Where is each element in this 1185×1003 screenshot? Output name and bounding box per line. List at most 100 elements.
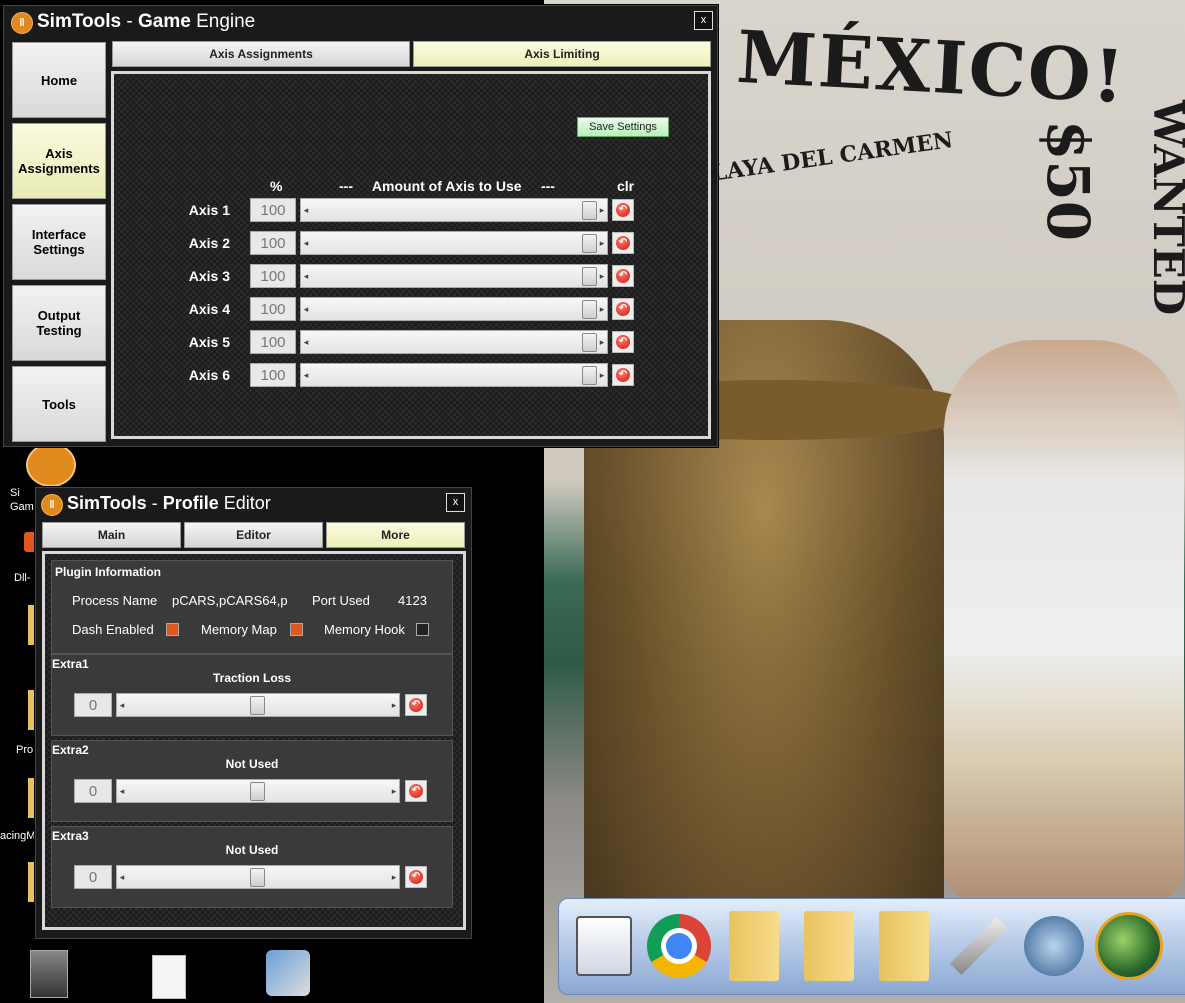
slider-right-arrow-icon[interactable]: ▸ — [597, 232, 607, 254]
tab-axis-limiting[interactable]: Axis Limiting — [413, 41, 711, 67]
nav-home-label: Home — [40, 72, 78, 88]
clear-extra-button[interactable]: ↶ — [405, 694, 427, 716]
game-engine-titlebar[interactable]: ǁ SimTools - Game Engine x — [4, 6, 717, 36]
title-brand: SimTools — [37, 11, 122, 32]
undo-icon: ↶ — [616, 302, 630, 316]
tab-editor[interactable]: Editor — [184, 522, 323, 548]
title-brand: SimTools — [67, 493, 147, 513]
clear-extra-button[interactable]: ↶ — [405, 866, 427, 888]
slider-right-arrow-icon[interactable]: ▸ — [597, 199, 607, 221]
tab-more[interactable]: More — [326, 522, 465, 548]
slider-left-arrow-icon[interactable]: ◂ — [117, 694, 127, 716]
extra-value-input[interactable]: 0 — [74, 779, 112, 803]
slider-right-arrow-icon[interactable]: ▸ — [597, 331, 607, 353]
computer-icon[interactable] — [30, 950, 68, 998]
dash-enabled-checkbox[interactable] — [166, 623, 179, 636]
extra-value-input[interactable]: 0 — [74, 865, 112, 889]
undo-icon: ↶ — [616, 236, 630, 250]
axis-amount-slider[interactable]: ◂ ▸ — [300, 363, 608, 387]
slider-right-arrow-icon[interactable]: ▸ — [389, 780, 399, 802]
slider-left-arrow-icon[interactable]: ◂ — [301, 364, 311, 386]
folder-icon[interactable] — [869, 907, 939, 985]
utilities-icon[interactable] — [944, 907, 1014, 985]
axis-amount-slider[interactable]: ◂ ▸ — [300, 231, 608, 255]
axis-percent-input[interactable]: 100 — [250, 264, 296, 288]
nav-output-testing-button[interactable]: Output Testing — [12, 285, 106, 361]
document-icon[interactable] — [152, 955, 186, 999]
axis-percent-input[interactable]: 100 — [250, 231, 296, 255]
process-name-value: pCARS,pCARS64,p — [172, 593, 288, 608]
slider-left-arrow-icon[interactable]: ◂ — [301, 232, 311, 254]
extra-slider[interactable]: ◂ ▸ — [116, 693, 400, 717]
extra-value-input[interactable]: 0 — [74, 693, 112, 717]
clear-axis-button[interactable]: ↶ — [612, 331, 634, 353]
teamspeak-icon[interactable] — [1019, 907, 1089, 985]
slider-thumb[interactable] — [582, 333, 597, 352]
nav-tools-button[interactable]: Tools — [12, 366, 106, 442]
slider-left-arrow-icon[interactable]: ◂ — [301, 265, 311, 287]
undo-icon: ↶ — [409, 870, 423, 884]
title-rest: Engine — [190, 11, 256, 32]
chrome-icon[interactable] — [644, 907, 714, 985]
slider-left-arrow-icon[interactable]: ◂ — [117, 866, 127, 888]
axis-amount-slider[interactable]: ◂ ▸ — [300, 198, 608, 222]
memory-hook-checkbox[interactable] — [416, 623, 429, 636]
memory-map-checkbox[interactable] — [290, 623, 303, 636]
save-settings-button[interactable]: Save Settings — [577, 117, 669, 137]
globe-icon[interactable] — [1094, 907, 1164, 985]
clear-axis-button[interactable]: ↶ — [612, 265, 634, 287]
tab-main[interactable]: Main — [42, 522, 181, 548]
clear-axis-button[interactable]: ↶ — [612, 298, 634, 320]
port-used-label: Port Used — [312, 593, 370, 608]
axis-label: Axis 2 — [188, 235, 230, 251]
more-panel: Plugin Information Process Name pCARS,pC… — [42, 551, 466, 930]
tab-axis-assignments[interactable]: Axis Assignments — [112, 41, 410, 67]
clear-extra-button[interactable]: ↶ — [405, 780, 427, 802]
window-title: SimTools - Profile Editor — [67, 493, 271, 514]
axis-percent-input[interactable]: 100 — [250, 297, 296, 321]
slider-right-arrow-icon[interactable]: ▸ — [389, 694, 399, 716]
slider-right-arrow-icon[interactable]: ▸ — [389, 866, 399, 888]
axis-percent-input[interactable]: 100 — [250, 198, 296, 222]
slider-thumb[interactable] — [582, 366, 597, 385]
installer-icon[interactable] — [266, 950, 310, 996]
slider-left-arrow-icon[interactable]: ◂ — [117, 780, 127, 802]
nav-home-button[interactable]: Home — [12, 42, 106, 118]
slider-thumb[interactable] — [582, 234, 597, 253]
slider-thumb[interactable] — [582, 267, 597, 286]
slider-thumb[interactable] — [250, 868, 265, 887]
nav-axis-assignments-button[interactable]: Axis Assignments — [12, 123, 106, 199]
axis-amount-slider[interactable]: ◂ ▸ — [300, 264, 608, 288]
simtools-desktop-icon[interactable] — [26, 443, 76, 487]
slider-right-arrow-icon[interactable]: ▸ — [597, 298, 607, 320]
slider-left-arrow-icon[interactable]: ◂ — [301, 331, 311, 353]
axis-percent-input[interactable]: 100 — [250, 330, 296, 354]
axis-percent-input[interactable]: 100 — [250, 363, 296, 387]
clear-axis-button[interactable]: ↶ — [612, 364, 634, 386]
slider-thumb[interactable] — [250, 782, 265, 801]
slider-left-arrow-icon[interactable]: ◂ — [301, 199, 311, 221]
slider-thumb[interactable] — [250, 696, 265, 715]
slider-thumb[interactable] — [582, 300, 597, 319]
undo-icon: ↶ — [409, 698, 423, 712]
slider-right-arrow-icon[interactable]: ▸ — [597, 265, 607, 287]
clear-axis-button[interactable]: ↶ — [612, 199, 634, 221]
slider-left-arrow-icon[interactable]: ◂ — [301, 298, 311, 320]
axis-amount-slider[interactable]: ◂ ▸ — [300, 297, 608, 321]
close-button[interactable]: x — [446, 493, 465, 512]
slider-thumb[interactable] — [582, 201, 597, 220]
documents-folder-icon[interactable] — [719, 907, 789, 985]
profile-editor-titlebar[interactable]: ǁ SimTools - Profile Editor x — [36, 488, 471, 518]
axis-amount-slider[interactable]: ◂ ▸ — [300, 330, 608, 354]
slider-right-arrow-icon[interactable]: ▸ — [597, 364, 607, 386]
undo-icon: ↶ — [616, 203, 630, 217]
system-preferences-icon[interactable] — [569, 907, 639, 985]
folder-icon[interactable] — [794, 907, 864, 985]
axis-label: Axis 6 — [188, 367, 230, 383]
close-button[interactable]: x — [694, 11, 713, 30]
undo-icon: ↶ — [616, 335, 630, 349]
nav-interface-settings-button[interactable]: Interface Settings — [12, 204, 106, 280]
extra-slider[interactable]: ◂ ▸ — [116, 779, 400, 803]
extra-slider[interactable]: ◂ ▸ — [116, 865, 400, 889]
clear-axis-button[interactable]: ↶ — [612, 232, 634, 254]
